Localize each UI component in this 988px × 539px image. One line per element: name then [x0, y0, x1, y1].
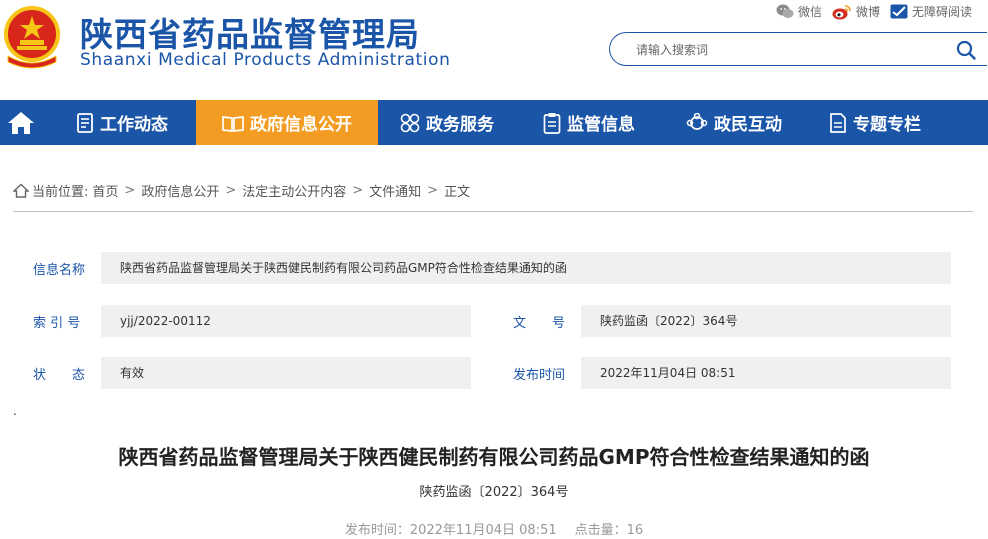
article-title: 陕西省药品监督管理局关于陕西健民制药有限公司药品GMP符合性检查结果通知的函 [118, 445, 870, 469]
nav-item-gov-info[interactable]: 政府信息公开 [196, 100, 378, 145]
clipboard-icon [543, 112, 561, 134]
info-index-value: yjj/2022-00112 [101, 305, 471, 337]
breadcrumb-separator: > [427, 183, 439, 198]
national-emblem-icon [4, 6, 60, 69]
folder-doc-icon [830, 112, 846, 133]
nav-item-gov-service[interactable]: 政务服务 [400, 100, 494, 145]
breadcrumb-current: 正文 [444, 185, 471, 200]
wechat-link[interactable]: 微信 [776, 3, 822, 20]
info-doc-label: 文 号 [513, 316, 566, 331]
accessibility-link[interactable]: 无障碍阅读 [890, 3, 972, 20]
breadcrumb-divider [13, 211, 973, 212]
breadcrumb-notices[interactable]: 文件通知 [369, 181, 421, 200]
wechat-icon [776, 4, 794, 18]
breadcrumb-separator: > [124, 183, 136, 198]
nav-home[interactable] [0, 100, 48, 145]
article-meta: 发布时间：2022年11月04日 08:51 点击量：16 [0, 519, 988, 538]
info-date-label: 发布时间 [513, 368, 566, 383]
info-doc-value: 陕药监函〔2022〕364号 [581, 305, 951, 337]
wechat-label: 微信 [797, 5, 822, 19]
nav-item-special-topics[interactable]: 专题专栏 [829, 100, 921, 145]
site-header: 陕西省药品监督管理局 Shaanxi Medical Products Admi… [0, 0, 988, 100]
breadcrumb: 当前位置: 首页 > 政府信息公开 > 法定主动公开内容 > 文件通知 > 正文 [13, 181, 470, 200]
nav-item-interaction[interactable]: 政民互动 [686, 100, 782, 145]
nav-label: 工作动态 [100, 115, 168, 135]
info-status-value: 有效 [101, 357, 471, 389]
site-title-cn: 陕西省药品监督管理局 [80, 15, 420, 54]
open-book-icon [222, 115, 244, 132]
info-date-value: 2022年11月04日 08:51 [581, 357, 951, 389]
nav-label: 专题专栏 [853, 115, 921, 135]
breadcrumb-separator: > [352, 183, 364, 198]
main-nav: 工作动态 政府信息公开 政务服务 监管信息 政民互动 专题专栏 [0, 100, 988, 145]
search-icon[interactable] [955, 39, 977, 61]
search-box [609, 32, 987, 66]
breadcrumb-statutory[interactable]: 法定主动公开内容 [242, 181, 346, 200]
article-doc-number: 陕药监函〔2022〕364号 [419, 485, 569, 500]
search-input[interactable] [636, 40, 936, 60]
nav-item-work-news[interactable]: 工作动态 [76, 100, 168, 145]
weibo-link[interactable]: 微博 [832, 3, 880, 20]
weibo-label: 微博 [855, 5, 880, 19]
publish-time-label: 发布时间： [344, 523, 410, 538]
interaction-icon [686, 112, 708, 130]
nav-label: 监管信息 [567, 115, 635, 135]
four-circles-icon [400, 113, 420, 132]
home-icon [8, 111, 34, 134]
top-links: 微信 微博 无障碍阅读 [776, 3, 972, 20]
document-list-icon [77, 112, 93, 133]
nav-label: 政民互动 [714, 115, 782, 135]
accessibility-icon [890, 4, 908, 19]
accessibility-label: 无障碍阅读 [911, 5, 972, 19]
publish-time: 2022年11月04日 08:51 [409, 523, 557, 538]
views-count: 16 [626, 523, 644, 538]
nav-label: 政务服务 [426, 115, 494, 135]
nav-label: 政府信息公开 [250, 115, 352, 135]
breadcrumb-home[interactable]: 首页 [92, 181, 118, 200]
weibo-icon [832, 4, 851, 19]
info-index-label: 索 引 号 [33, 316, 81, 331]
info-name-label: 信息名称 [33, 263, 86, 278]
site-title-en: Shaanxi Medical Products Administration [80, 50, 451, 70]
info-status-label: 状 态 [33, 368, 86, 383]
breadcrumb-separator: > [225, 183, 237, 198]
nav-item-supervision[interactable]: 监管信息 [543, 100, 635, 145]
views-label: 点击量： [574, 523, 627, 538]
breadcrumb-gov-info[interactable]: 政府信息公开 [141, 181, 219, 200]
stray-mark: . [13, 404, 17, 418]
info-name-value: 陕西省药品监督管理局关于陕西健民制药有限公司药品GMP符合性检查结果通知的函 [101, 252, 951, 284]
breadcrumb-prefix: 当前位置: [32, 185, 89, 200]
home-small-icon [13, 183, 29, 198]
